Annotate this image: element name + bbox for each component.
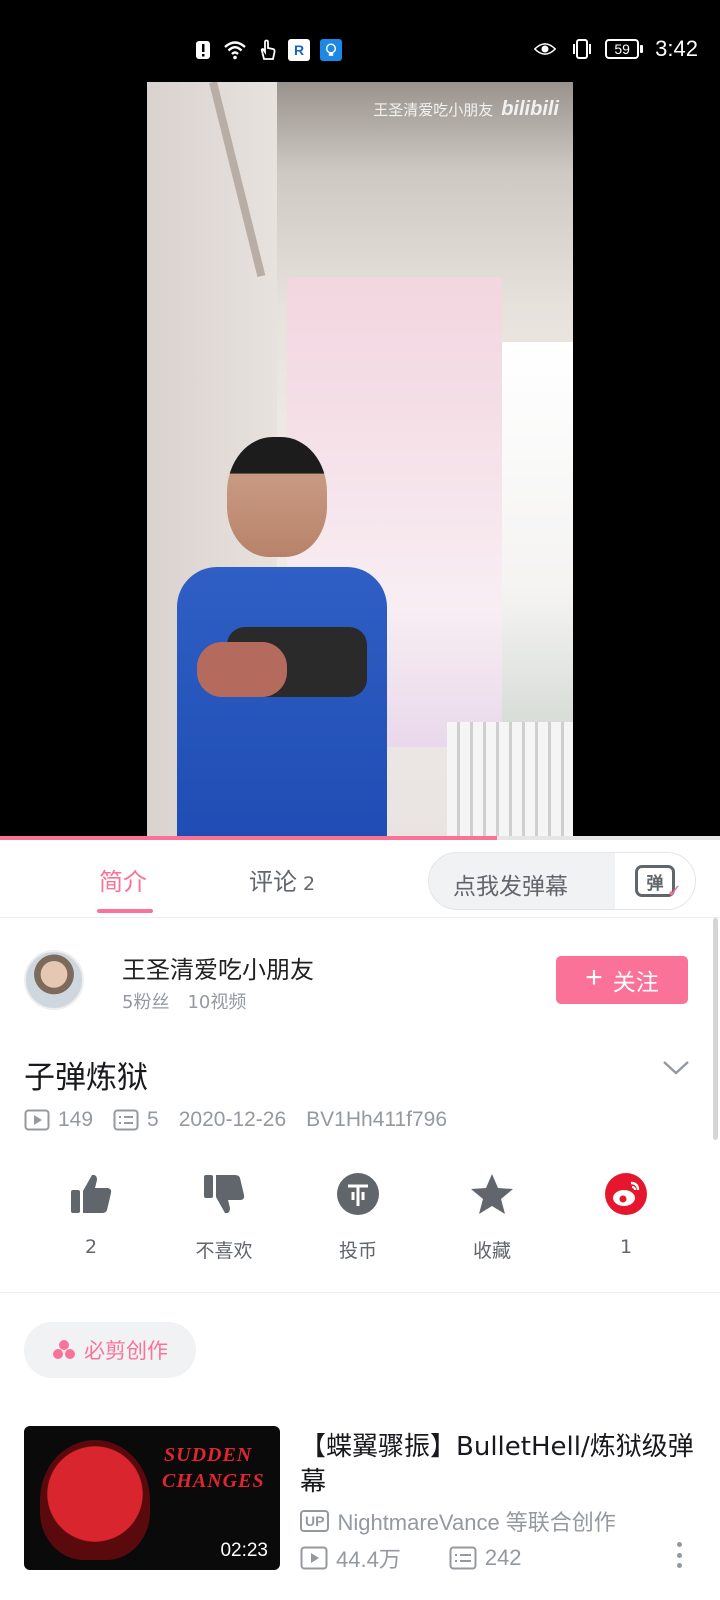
touch-icon bbox=[256, 38, 278, 62]
danmaku-toggle-button[interactable]: 弹 bbox=[615, 853, 695, 909]
tab-comments[interactable]: 评论 2 bbox=[249, 862, 315, 897]
thumbnail-text-2: CHANGES bbox=[162, 1470, 265, 1492]
status-right-icons: 59 3:42 bbox=[531, 36, 698, 62]
alert-icon bbox=[192, 38, 214, 62]
danmaku-count-icon bbox=[113, 1109, 139, 1131]
video-frame[interactable]: 王圣清爱吃小朋友 bilibili bbox=[147, 82, 573, 838]
eye-icon bbox=[531, 37, 559, 61]
related-video-stats: 44.4万 242 bbox=[300, 1542, 570, 1574]
r-app-icon: R bbox=[288, 39, 310, 61]
follow-label: 关注 bbox=[612, 970, 659, 996]
coin-icon bbox=[337, 1173, 379, 1215]
danmaku-count: 5 bbox=[147, 1108, 159, 1131]
up-badge-icon: UP bbox=[300, 1510, 330, 1532]
section-divider bbox=[0, 1292, 720, 1293]
share-weibo-button[interactable]: 1 bbox=[576, 1170, 676, 1258]
favorite-label: 收藏 bbox=[472, 1240, 511, 1262]
status-left-icons: R bbox=[192, 38, 342, 62]
dislike-button[interactable]: 不喜欢 bbox=[174, 1170, 274, 1263]
bilibili-logo: bilibili bbox=[501, 98, 559, 120]
video-watermark: 王圣清爱吃小朋友 bilibili bbox=[373, 98, 559, 121]
bijian-label: 必剪创作 bbox=[84, 1339, 168, 1363]
related-video-thumbnail[interactable]: SUDDEN CHANGES 02:23 bbox=[24, 1426, 280, 1570]
share-count: 1 bbox=[619, 1236, 633, 1258]
clock: 3:42 bbox=[655, 36, 698, 61]
danmaku-count-icon bbox=[449, 1546, 477, 1570]
chevron-down-icon[interactable] bbox=[662, 1058, 690, 1078]
star-icon bbox=[471, 1174, 513, 1214]
tab-bar: 简介 评论 2 点我发弹幕 弹 bbox=[0, 840, 720, 918]
follow-button[interactable]: + 关注 bbox=[556, 956, 688, 1004]
related-video-danmaku: 242 bbox=[484, 1545, 522, 1570]
favorite-button[interactable]: 收藏 bbox=[442, 1170, 542, 1263]
thumbs-down-icon bbox=[204, 1175, 245, 1214]
related-video-up-text: NightmareVance 等联合创作 bbox=[337, 1510, 616, 1535]
coin-button[interactable]: 投币 bbox=[308, 1170, 408, 1263]
related-video-views: 44.4万 bbox=[336, 1547, 401, 1572]
plus-icon: + bbox=[585, 961, 603, 994]
scrollbar[interactable] bbox=[713, 918, 718, 1140]
more-options-icon[interactable] bbox=[674, 1542, 684, 1568]
thumbnail-text-1: SUDDEN bbox=[164, 1444, 253, 1466]
coin-label: 投币 bbox=[338, 1240, 377, 1262]
battery-icon: 59 bbox=[605, 39, 644, 59]
bijian-creation-chip[interactable]: 必剪创作 bbox=[24, 1322, 196, 1378]
status-bar: R 59 3:42 bbox=[0, 0, 720, 82]
like-count: 2 bbox=[84, 1236, 98, 1258]
play-count-icon bbox=[300, 1546, 328, 1570]
thumbs-up-icon bbox=[71, 1174, 112, 1213]
publish-date: 2020-12-26 bbox=[178, 1108, 287, 1131]
danmaku-icon: 弹 bbox=[635, 865, 682, 902]
uploader-meta: 5粉丝 10视频 bbox=[122, 988, 246, 1014]
video-player[interactable]: R 59 3:42 王圣清爱吃小朋友 bilibili bbox=[0, 0, 720, 838]
play-count-icon bbox=[24, 1109, 50, 1131]
related-video-duration: 02:23 bbox=[220, 1540, 268, 1561]
bulb-app-icon bbox=[320, 39, 342, 61]
vibrate-icon bbox=[571, 37, 593, 61]
tab-comments-count: 2 bbox=[303, 873, 316, 895]
video-stats: 149 5 2020-12-26 BV1Hh411f796 bbox=[24, 1108, 467, 1132]
danmaku-icon-label: 弹 bbox=[646, 873, 664, 894]
bijian-icon bbox=[53, 1340, 75, 1359]
bvid: BV1Hh411f796 bbox=[306, 1108, 448, 1131]
tab-intro-label: 简介 bbox=[99, 868, 147, 896]
watermark-text: 王圣清爱吃小朋友 bbox=[373, 101, 494, 119]
view-count: 149 bbox=[58, 1108, 94, 1131]
uploader-fans: 5粉丝 bbox=[122, 992, 170, 1013]
video-title: 子弹炼狱 bbox=[24, 1060, 148, 1096]
wifi-icon bbox=[224, 38, 246, 62]
uploader-avatar[interactable] bbox=[24, 950, 84, 1010]
danmaku-placeholder: 点我发弹幕 bbox=[453, 874, 568, 900]
tab-indicator bbox=[97, 909, 153, 913]
related-video-title[interactable]: 【蝶翼骤振】BulletHell/炼狱级弹幕 bbox=[300, 1430, 700, 1500]
danmaku-input[interactable]: 点我发弹幕 弹 bbox=[428, 852, 696, 910]
dislike-label: 不喜欢 bbox=[195, 1240, 253, 1262]
uploader-name[interactable]: 王圣清爱吃小朋友 bbox=[122, 950, 314, 985]
video-subject bbox=[167, 437, 387, 838]
tab-comments-label: 评论 bbox=[249, 868, 297, 896]
battery-level: 59 bbox=[605, 39, 640, 59]
weibo-icon bbox=[605, 1173, 647, 1215]
tab-intro[interactable]: 简介 bbox=[99, 862, 147, 897]
uploader-videos: 10视频 bbox=[187, 992, 247, 1013]
related-video-uploader[interactable]: UP NightmareVance 等联合创作 bbox=[300, 1505, 616, 1537]
like-button[interactable]: 2 bbox=[41, 1170, 141, 1258]
